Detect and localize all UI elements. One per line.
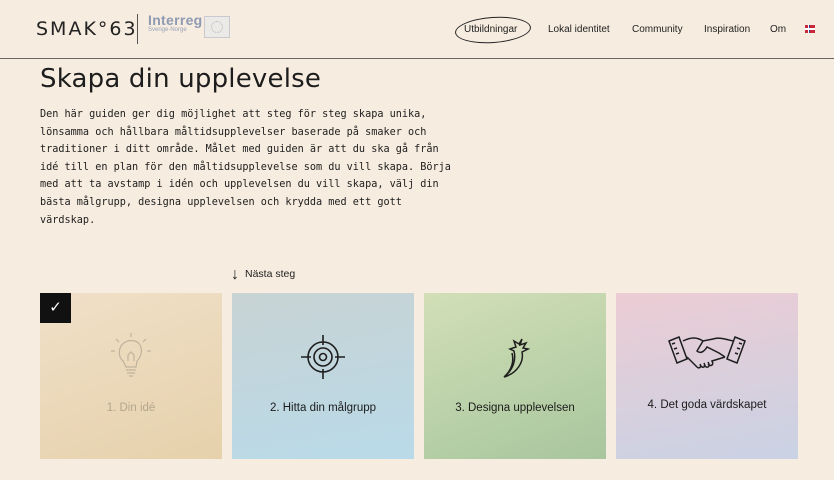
page-title: Skapa din upplevelse [40, 64, 322, 94]
intro-text: Den här guiden ger dig möjlighet att ste… [40, 109, 451, 226]
site-header: SMAK°63 Interreg Sverige-Norge Utbildnin… [0, 0, 834, 59]
nav-om[interactable]: Om [770, 24, 786, 35]
handshake-icon [616, 329, 798, 379]
next-step-label: Nästa steg [245, 268, 296, 280]
target-icon [232, 331, 414, 381]
nav-inspiration[interactable]: Inspiration [704, 24, 750, 35]
interreg-logo: Interreg Sverige-Norge [148, 12, 203, 33]
norway-flag-icon[interactable] [805, 25, 815, 33]
arrow-down-icon: ↓ [231, 266, 239, 283]
step-card-designa-upplevelsen[interactable]: 3. Designa upplevelsen [424, 293, 606, 459]
eu-flag-icon [204, 16, 230, 38]
step-label: 2. Hitta din målgrupp [269, 402, 377, 414]
nav-community[interactable]: Community [632, 24, 683, 35]
step-label: 4. Det goda värdskapet [647, 399, 767, 411]
logo-divider [137, 14, 138, 44]
smak63-logo[interactable]: SMAK°63 [36, 18, 138, 40]
nav-lokal-identitet[interactable]: Lokal identitet [548, 24, 610, 35]
interreg-title: Interreg [148, 12, 203, 28]
step-label: 1. Din idé [106, 402, 156, 414]
check-icon: ✓ [40, 293, 71, 323]
chili-icon [424, 331, 606, 381]
lightbulb-icon [40, 331, 222, 381]
step-card-hitta-din-malgrupp[interactable]: 2. Hitta din målgrupp [232, 293, 414, 459]
nav-utbildningar[interactable]: Utbildningar [464, 24, 517, 35]
step-card-det-goda-vardskapet[interactable]: 4. Det goda värdskapet [616, 293, 798, 459]
step-label: 3. Designa upplevelsen [455, 402, 575, 414]
next-step-link[interactable]: ↓ Nästa steg [231, 266, 295, 284]
